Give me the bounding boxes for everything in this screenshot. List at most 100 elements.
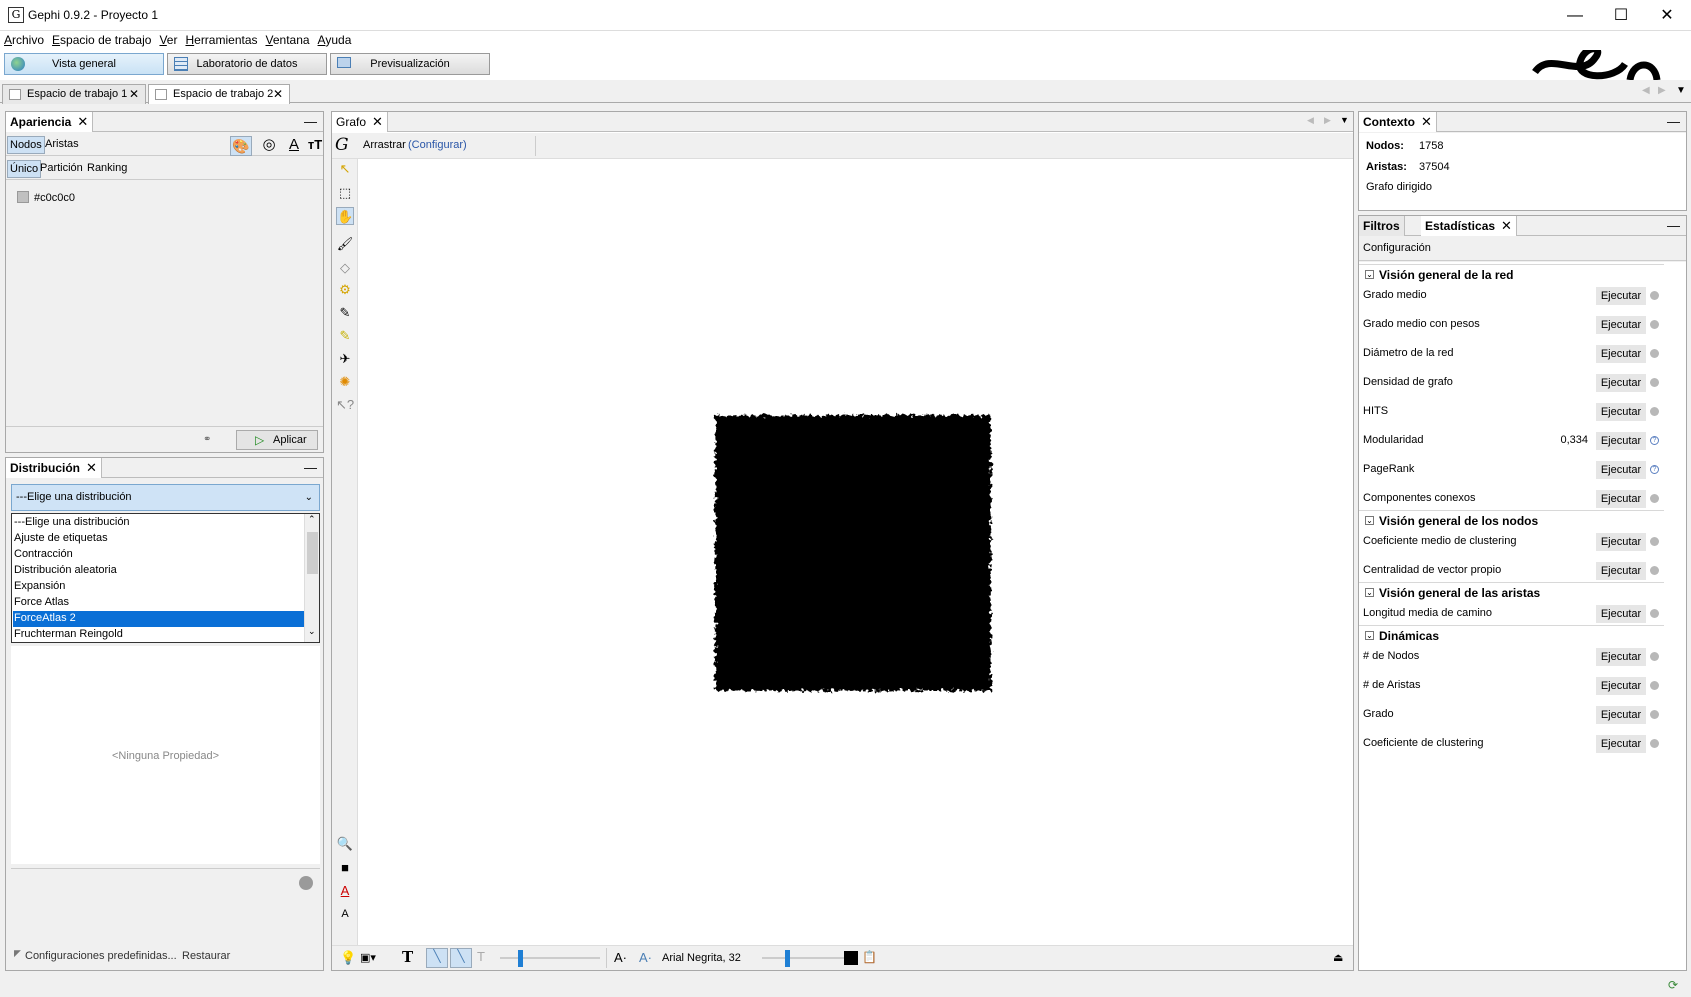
preview-button[interactable]: Previsualización xyxy=(330,53,490,75)
stats-section-header[interactable]: ⌄ Visión general de los nodos xyxy=(1359,510,1664,530)
slider-thumb[interactable] xyxy=(785,950,790,967)
menu-espacio-de-trabajo[interactable]: Espacio de trabajo xyxy=(48,31,155,49)
label-color-swatch[interactable] xyxy=(844,951,858,965)
brush-icon[interactable]: 🖌 xyxy=(336,235,354,253)
workspace-tab-2[interactable]: Espacio de trabajo 2 ✕ xyxy=(148,84,290,104)
layout-options-list[interactable]: ---Elige una distribución Ajuste de etiq… xyxy=(11,513,320,643)
help-pointer-icon[interactable]: ↖? xyxy=(336,396,354,414)
drag-icon[interactable]: ✋ xyxy=(336,207,354,225)
list-scrollbar[interactable]: ⌃ ⌄ xyxy=(304,514,319,642)
size-tool-icon[interactable]: ⚙ xyxy=(336,281,354,299)
tab-edges[interactable]: Aristas xyxy=(45,138,79,150)
menu-herramientas[interactable]: Herramientas xyxy=(181,31,261,49)
restore-link[interactable]: Restaurar xyxy=(182,950,230,962)
slider-thumb[interactable] xyxy=(518,950,523,967)
stats-section-header[interactable]: ⌄ Visión general de la red xyxy=(1359,264,1664,284)
tab-nodes[interactable]: Nodos xyxy=(7,136,45,154)
screenshot-icon[interactable]: ▣▾ xyxy=(360,951,376,964)
run-stat-button[interactable]: Ejecutar xyxy=(1596,562,1646,580)
collapse-toggle-icon[interactable]: ⌄ xyxy=(1365,631,1374,640)
edge-straight-icon[interactable]: ╲ xyxy=(426,948,448,968)
edge-scale-slider[interactable] xyxy=(500,957,600,959)
lightbulb-icon[interactable]: 💡 xyxy=(340,950,356,966)
color-swatch[interactable] xyxy=(17,191,29,203)
minimize-button[interactable]: — xyxy=(1552,0,1598,31)
maximize-button[interactable]: ☐ xyxy=(1598,0,1644,31)
presets-link[interactable]: Configuraciones predefinidas... xyxy=(25,950,177,962)
list-item-selected[interactable]: ForceAtlas 2 xyxy=(13,611,305,627)
menu-ayuda[interactable]: Ayuda xyxy=(314,31,356,49)
close-icon[interactable]: ✕ xyxy=(1501,218,1512,233)
menu-archivo[interactable]: Archivo xyxy=(0,31,48,49)
run-stat-button[interactable]: Ejecutar xyxy=(1596,533,1646,551)
data-laboratory-button[interactable]: Laboratorio de datos xyxy=(167,53,327,75)
label-color-icon[interactable]: A xyxy=(284,136,304,156)
tab-unique[interactable]: Único xyxy=(7,160,42,178)
text-toggle-icon[interactable]: T xyxy=(402,948,413,966)
scroll-right-icon[interactable]: ▶ xyxy=(1658,85,1666,96)
minimize-panel-icon[interactable]: — xyxy=(304,114,317,129)
zoom-icon[interactable]: 🔍 xyxy=(336,835,354,853)
tab-ranking[interactable]: Ranking xyxy=(87,162,127,174)
edge-pencil-icon[interactable]: ✎ xyxy=(336,327,354,345)
edge-color-icon[interactable]: ╲ xyxy=(450,948,472,968)
font-size-down-icon[interactable]: A· xyxy=(614,950,627,965)
list-item[interactable]: Expansión xyxy=(13,579,303,595)
pointer-icon[interactable]: ↖ xyxy=(336,160,354,178)
scrollbar-thumb[interactable] xyxy=(307,532,318,574)
tab-context[interactable]: Contexto ✕ xyxy=(1359,112,1437,132)
close-icon[interactable]: ✕ xyxy=(1421,114,1432,129)
list-item[interactable]: ---Elige una distribución xyxy=(13,515,303,531)
list-item[interactable]: Contracción xyxy=(13,547,303,563)
apply-button[interactable]: ▷ Aplicar xyxy=(236,430,318,450)
layout-select[interactable]: ---Elige una distribución ⌄ xyxy=(11,484,320,511)
tab-partition[interactable]: Partición xyxy=(40,162,83,174)
collapse-toggle-icon[interactable]: ⌄ xyxy=(1365,516,1374,525)
close-icon[interactable]: ✕ xyxy=(273,85,283,103)
node-label-icon[interactable]: T xyxy=(477,949,485,964)
label-font-icon[interactable]: A xyxy=(336,905,354,923)
run-stat-button[interactable]: Ejecutar xyxy=(1596,648,1646,666)
list-item[interactable]: Ajuste de etiquetas xyxy=(13,531,303,547)
list-item[interactable]: Fruchterman Reingold xyxy=(13,627,303,643)
tab-layout[interactable]: Distribución ✕ xyxy=(6,458,102,478)
tabs-dropdown-icon[interactable]: ▼ xyxy=(1676,85,1686,96)
close-icon[interactable]: ✕ xyxy=(129,85,139,103)
link-icon[interactable]: ⚭ xyxy=(203,434,211,445)
label-size-icon[interactable]: тT xyxy=(306,136,324,156)
collapse-toggle-icon[interactable]: ⌄ xyxy=(1365,270,1374,279)
background-color-icon[interactable]: ■ xyxy=(336,859,354,877)
run-stat-button[interactable]: Ejecutar xyxy=(1596,316,1646,334)
run-stat-button[interactable]: Ejecutar xyxy=(1596,287,1646,305)
run-stat-button[interactable]: Ejecutar xyxy=(1596,461,1646,479)
scroll-left-icon[interactable]: ◀ xyxy=(1642,85,1650,96)
chevron-up-icon[interactable]: ⌃ xyxy=(308,514,316,525)
menu-ventana[interactable]: Ventana xyxy=(262,31,314,49)
minimize-panel-icon[interactable]: — xyxy=(1667,114,1680,129)
info-icon[interactable]: ? xyxy=(1650,465,1659,474)
configure-link[interactable]: (Configurar) xyxy=(408,139,467,151)
tab-graph[interactable]: Grafo ✕ xyxy=(332,112,388,132)
minimize-panel-icon[interactable]: — xyxy=(304,460,317,475)
run-stat-button[interactable]: Ejecutar xyxy=(1596,490,1646,508)
size-icon[interactable]: ◎ xyxy=(258,136,280,156)
run-stat-button[interactable]: Ejecutar xyxy=(1596,345,1646,363)
chevron-down-icon[interactable]: ⌄ xyxy=(308,626,316,637)
clipboard-icon[interactable]: 📋 xyxy=(862,950,877,964)
list-item[interactable]: Distribución aleatoria xyxy=(13,563,303,579)
run-stat-button[interactable]: Ejecutar xyxy=(1596,677,1646,695)
run-stat-button[interactable]: Ejecutar xyxy=(1596,403,1646,421)
pencil-icon[interactable]: ✎ xyxy=(336,304,354,322)
close-button[interactable]: ✕ xyxy=(1644,0,1690,31)
stats-section-header[interactable]: ⌄ Visión general de las aristas xyxy=(1359,582,1664,602)
font-scale-slider[interactable] xyxy=(762,957,847,959)
scroll-right-icon[interactable]: ▶ xyxy=(1324,115,1331,126)
font-size-up-icon[interactable]: A· xyxy=(639,950,652,965)
run-layout-icon[interactable] xyxy=(299,876,313,890)
list-item[interactable]: Force Atlas xyxy=(13,595,303,611)
run-stat-button[interactable]: Ejecutar xyxy=(1596,706,1646,724)
tab-filters[interactable]: Filtros xyxy=(1359,216,1405,236)
tabs-dropdown-icon[interactable]: ▼ xyxy=(1340,115,1349,125)
rect-select-icon[interactable]: ⬚ xyxy=(336,184,354,202)
workspace-tab-1[interactable]: Espacio de trabajo 1 ✕ xyxy=(2,84,146,104)
